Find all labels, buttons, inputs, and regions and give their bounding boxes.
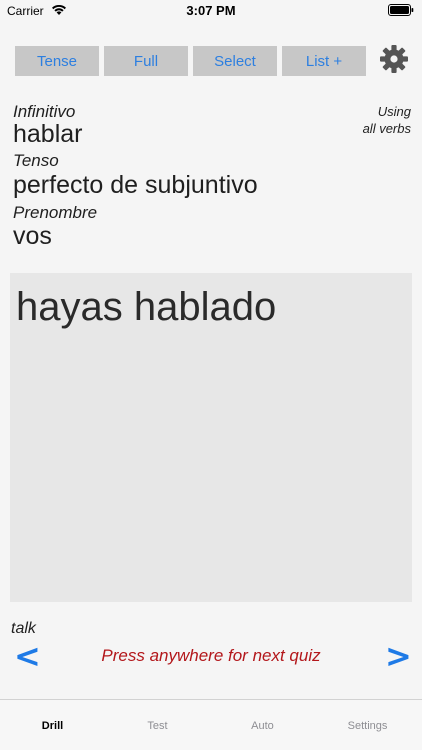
tab-drill[interactable]: Drill [0, 700, 105, 750]
verb-scope-line2: all verbs [362, 121, 411, 136]
pronoun-label: Prenombre [13, 203, 98, 222]
status-time: 3:07 PM [186, 3, 236, 18]
next-button[interactable]: > [385, 638, 412, 674]
infinitive-value: hablar [13, 120, 83, 148]
infinitive-label: Infinitivo [13, 102, 76, 121]
list-plus-button[interactable]: List + [282, 46, 366, 76]
tab-auto[interactable]: Auto [210, 700, 315, 750]
translation-text: talk [11, 620, 36, 637]
tense-value: perfecto de subjuntivo [13, 171, 258, 199]
next-quiz-prompt: Press anywhere for next quiz [101, 646, 321, 665]
status-bar: Carrier 3:07 PM [0, 0, 422, 22]
select-button[interactable]: Select [193, 46, 277, 76]
battery-icon [388, 4, 414, 16]
answer-text: hayas hablado [16, 285, 277, 329]
gear-icon[interactable] [379, 44, 409, 74]
full-button[interactable]: Full [104, 46, 188, 76]
tense-button[interactable]: Tense [15, 46, 99, 76]
verb-scope-note: Using all verbs [301, 103, 411, 137]
tense-label: Tenso [13, 151, 59, 170]
tab-test[interactable]: Test [105, 700, 210, 750]
tab-settings[interactable]: Settings [315, 700, 420, 750]
verb-scope-line1: Using [377, 104, 411, 119]
tab-bar: Drill Test Auto Settings [0, 699, 422, 750]
pronoun-value: vos [13, 222, 52, 250]
answer-card[interactable]: hayas hablado [10, 273, 412, 602]
